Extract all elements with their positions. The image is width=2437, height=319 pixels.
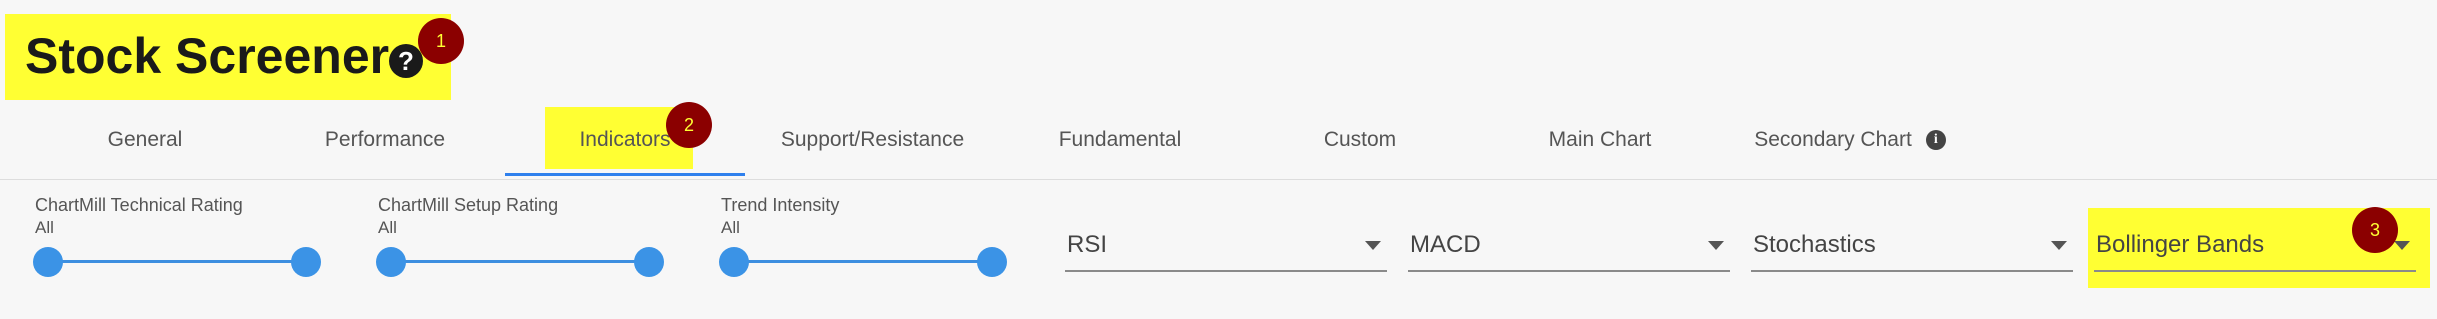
slider-label: ChartMill Technical Rating (35, 195, 243, 215)
chevron-down-icon (2394, 241, 2410, 250)
tab-label: Support/Resistance (780, 128, 965, 151)
stochastics-select[interactable]: Stochastics (1751, 215, 2073, 272)
tab-bar: General Performance Indicators Support/R… (0, 100, 2437, 180)
tab-secondary-chart[interactable]: Secondary Chart i (1720, 100, 1980, 180)
tab-label: Main Chart (1548, 128, 1652, 151)
macd-select[interactable]: MACD (1408, 215, 1730, 272)
select-value: MACD (1410, 231, 1481, 258)
tab-custom[interactable]: Custom (1240, 100, 1480, 180)
tab-fundamental[interactable]: Fundamental (1000, 100, 1240, 180)
slider-track[interactable] (47, 260, 309, 263)
slider-max-handle[interactable] (634, 247, 664, 277)
info-icon[interactable]: i (1925, 130, 1946, 150)
tab-label: Performance (324, 128, 446, 151)
tab-performance[interactable]: Performance (265, 100, 505, 180)
tab-indicators[interactable]: Indicators (505, 100, 745, 180)
slider-min-handle[interactable] (33, 247, 63, 277)
tab-general[interactable]: General (25, 100, 265, 180)
active-tab-indicator (505, 173, 745, 176)
tab-label: Indicators (579, 128, 671, 151)
annotation-marker-2: 2 (666, 102, 712, 148)
tab-label: Custom (1323, 128, 1397, 151)
slider-track[interactable] (733, 260, 995, 263)
chevron-down-icon (2051, 241, 2067, 250)
chevron-down-icon (1708, 241, 1724, 250)
tab-support-resistance[interactable]: Support/Resistance (745, 100, 1000, 180)
annotation-marker-1: 1 (418, 18, 464, 64)
rsi-select[interactable]: RSI (1065, 215, 1387, 272)
slider-min-handle[interactable] (719, 247, 749, 277)
slider-value: All (721, 218, 740, 237)
chevron-down-icon (1365, 241, 1381, 250)
slider-setup-rating: ChartMill Setup Rating All (376, 195, 668, 285)
slider-label: ChartMill Setup Rating (378, 195, 559, 215)
select-value: RSI (1067, 231, 1108, 258)
slider-min-handle[interactable] (376, 247, 406, 277)
select-value: Stochastics (1753, 231, 1876, 258)
slider-value: All (378, 218, 397, 237)
tab-label: Secondary Chart (1754, 128, 1912, 151)
page-title: Stock Screener (25, 28, 390, 84)
slider-trend-intensity: Trend Intensity All (719, 195, 1011, 285)
select-value: Bollinger Bands (2096, 231, 2265, 258)
tab-main-chart[interactable]: Main Chart (1480, 100, 1720, 180)
slider-track[interactable] (390, 260, 652, 263)
tab-label: General (107, 128, 183, 151)
slider-max-handle[interactable] (977, 247, 1007, 277)
tab-divider (0, 179, 2437, 180)
annotation-marker-3: 3 (2352, 207, 2398, 253)
slider-technical-rating: ChartMill Technical Rating All (33, 195, 325, 285)
help-icon[interactable]: ? (389, 44, 423, 78)
slider-value: All (35, 218, 54, 237)
slider-label: Trend Intensity (721, 195, 840, 215)
tab-label: Fundamental (1058, 128, 1182, 151)
slider-max-handle[interactable] (291, 247, 321, 277)
